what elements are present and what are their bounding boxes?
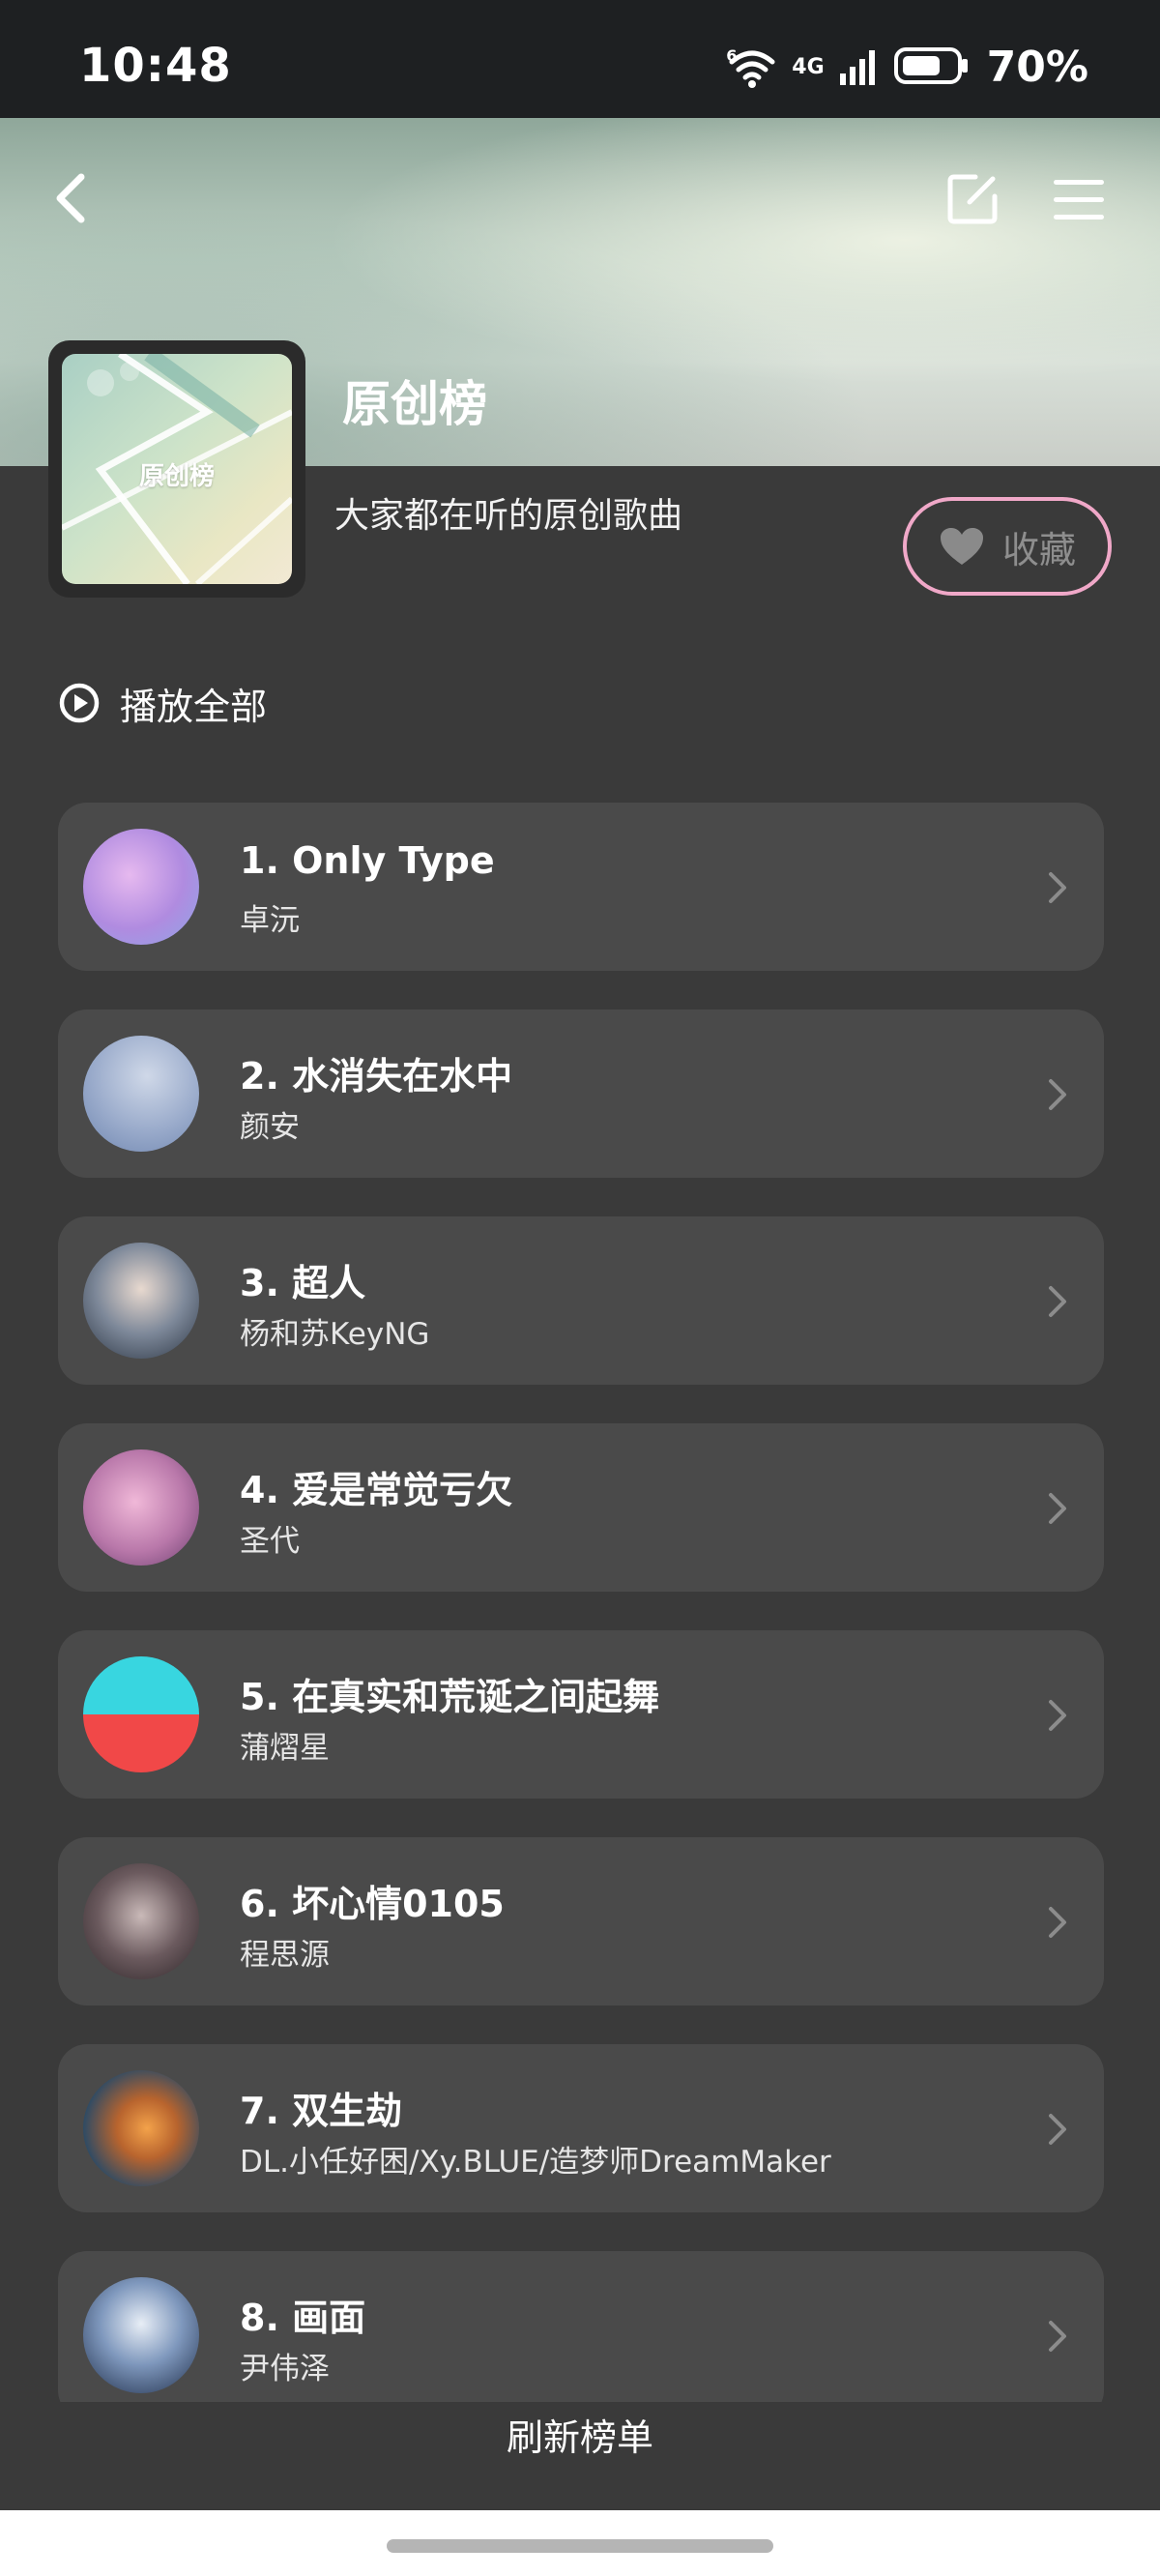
chevron-right-icon (1049, 1286, 1066, 1317)
song-title: 1. Only Type (240, 839, 495, 882)
wifi-badge: 6 (726, 45, 738, 65)
song-row[interactable]: 2. 水消失在水中 颜安 (58, 1010, 1104, 1178)
heart-icon (940, 528, 983, 565)
status-icons: 6 4G 70% (726, 43, 1088, 92)
song-artist: 颜安 (240, 1110, 300, 1145)
chevron-right-icon (1049, 1493, 1066, 1524)
chart-cover: 原创榜 (48, 340, 305, 598)
chevron-left-icon (56, 173, 85, 223)
song-row[interactable]: 3. 超人 杨和苏KeyNG (58, 1216, 1104, 1385)
album-thumbnail (83, 2277, 199, 2393)
status-bar: 10:48 6 4G 70% (0, 0, 1160, 118)
play-all-button[interactable]: 播放全部 (58, 673, 267, 733)
home-indicator[interactable] (387, 2539, 773, 2553)
song-title: 5. 在真实和荒诞之间起舞 (240, 1676, 660, 1718)
status-time: 10:48 (79, 39, 232, 93)
album-thumbnail (83, 1656, 199, 1772)
song-artist: 尹伟泽 (240, 2352, 330, 2386)
cover-label: 原创榜 (138, 462, 215, 491)
play-all-label: 播放全部 (120, 685, 268, 728)
cover-art: 原创榜 (62, 354, 292, 584)
song-artist: 杨和苏KeyNG (240, 1317, 430, 1352)
menu-icon (1054, 180, 1104, 220)
chevron-right-icon (1049, 1079, 1066, 1110)
favorite-button[interactable]: 收藏 (903, 497, 1112, 596)
song-row[interactable]: 7. 双生劫 DL.小任好困/Xy.BLUE/造梦师DreamMaker (58, 2044, 1104, 2212)
song-row[interactable]: 1. Only Type 卓沅 (58, 803, 1104, 971)
album-thumbnail (83, 829, 199, 945)
song-artist: 卓沅 (240, 903, 300, 938)
edit-button[interactable] (942, 166, 1005, 230)
battery-percent: 70% (986, 43, 1088, 92)
song-row[interactable]: 8. 画面 尹伟泽 (58, 2251, 1104, 2402)
back-button[interactable] (43, 164, 101, 232)
battery-icon (893, 46, 970, 89)
song-title: 2. 水消失在水中 (240, 1055, 513, 1098)
network-type: 4G (792, 54, 825, 79)
song-title: 3. 超人 (240, 1262, 366, 1304)
page-title: 原创榜 (342, 376, 487, 432)
album-thumbnail (83, 1863, 199, 1979)
song-row[interactable]: 6. 坏心情0105 程思源 (58, 1837, 1104, 2005)
album-thumbnail (83, 1449, 199, 1566)
song-title: 7. 双生劫 (240, 2090, 403, 2132)
menu-button[interactable] (1048, 170, 1110, 228)
album-thumbnail (83, 1243, 199, 1359)
chevron-right-icon (1049, 2321, 1066, 2352)
refresh-chart-button[interactable]: 刷新榜单 (0, 2408, 1160, 2461)
play-circle-icon (59, 683, 100, 723)
wifi-icon: 6 (726, 46, 778, 89)
chevron-right-icon (1049, 872, 1066, 903)
signal-icon (838, 46, 881, 89)
song-list: 1. Only Type 卓沅 2. 水消失在水中 颜安 3. 超人 杨和苏Ke… (58, 803, 1104, 2402)
chevron-right-icon (1049, 1907, 1066, 1938)
song-row[interactable]: 4. 爱是常觉亏欠 圣代 (58, 1423, 1104, 1592)
song-artist: 蒲熠星 (240, 1731, 330, 1766)
song-title: 6. 坏心情0105 (240, 1883, 505, 1925)
song-artist: DL.小任好困/Xy.BLUE/造梦师DreamMaker (240, 2145, 831, 2180)
edit-icon (947, 174, 998, 224)
song-title: 4. 爱是常觉亏欠 (240, 1469, 513, 1511)
page-subtitle: 大家都在听的原创歌曲 (334, 496, 683, 536)
chevron-right-icon (1049, 1700, 1066, 1731)
album-thumbnail (83, 2070, 199, 2186)
chevron-right-icon (1049, 2114, 1066, 2145)
song-row[interactable]: 5. 在真实和荒诞之间起舞 蒲熠星 (58, 1630, 1104, 1799)
favorite-label: 收藏 (1001, 528, 1076, 571)
album-thumbnail (83, 1036, 199, 1152)
system-nav-bar (0, 2510, 1160, 2576)
song-artist: 程思源 (240, 1938, 330, 1973)
song-title: 8. 画面 (240, 2297, 366, 2339)
song-artist: 圣代 (240, 1524, 300, 1559)
